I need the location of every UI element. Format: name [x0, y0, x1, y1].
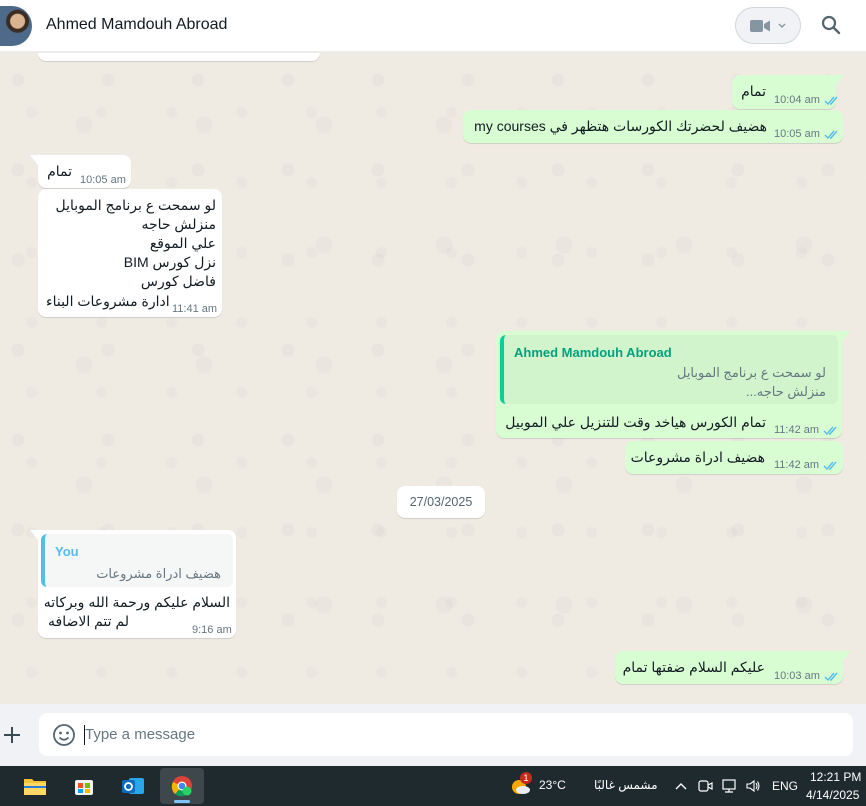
clock-date[interactable]: 4/14/2025 — [806, 788, 859, 802]
message-meta: 10:03 am — [774, 667, 840, 686]
message-line: علي الموقع — [149, 235, 216, 251]
clock-time[interactable]: 12:21 PM — [810, 770, 861, 784]
meet-icon — [698, 780, 713, 792]
network-icon — [722, 779, 736, 793]
previous-message-bubble — [38, 53, 320, 61]
video-camera-icon — [750, 19, 770, 32]
incoming-message[interactable]: لو سمحت ع برنامج الموبايل منزلش حاجه علي… — [38, 189, 222, 317]
outgoing-message[interactable]: عليكم السلام ضفتها تمام 10:03 am — [615, 651, 851, 686]
message-text: هضيف لحضرتك الكورسات هتظهر في my courses — [474, 118, 767, 134]
message-line: فاضل كورس — [140, 273, 216, 289]
weather-badge: 1 — [520, 772, 532, 784]
read-ticks-icon — [824, 96, 838, 106]
chevron-up-icon — [675, 783, 687, 790]
outgoing-message[interactable]: تمام 10:04 am — [732, 75, 844, 109]
weather-temperature: 23°C — [539, 778, 566, 792]
message-time: 10:05 am — [80, 174, 126, 186]
quoted-message[interactable]: You هضيف ادراة مشروعات — [41, 534, 233, 587]
chevron-down-icon — [778, 23, 786, 28]
outgoing-message[interactable]: هضيف ادراة مشروعات 11:42 am — [625, 441, 843, 474]
tray-network-button[interactable] — [720, 777, 738, 795]
emoji-button[interactable] — [52, 723, 76, 747]
message-meta: 10:05 am — [774, 125, 840, 144]
message-line: منزلش حاجه — [141, 216, 216, 232]
message-time: 11:42 am — [774, 424, 820, 436]
windows-taskbar: 1 23°C مشمس غالبًا ENG 12:21 PM 4/14/202… — [0, 766, 866, 806]
quote-author: You — [55, 544, 79, 559]
search-button[interactable] — [818, 12, 844, 38]
message-time: 9:16 am — [192, 624, 232, 636]
chat-area[interactable]: تمام 10:04 am هضيف لحضرتك الكورسات هتظهر… — [0, 53, 866, 704]
message-line: ادارة مشروعات البناء — [46, 293, 170, 309]
message-time: 10:04 am — [774, 94, 820, 106]
message-line: لو سمحت ع برنامج الموبايل — [55, 197, 216, 213]
message-meta: 11:41 am — [172, 300, 217, 319]
message-time: 10:03 am — [774, 670, 820, 682]
chrome-icon — [171, 776, 192, 797]
message-text: تمام — [741, 83, 766, 99]
input-language[interactable]: ENG — [772, 779, 798, 793]
store-icon — [75, 780, 93, 795]
message-input[interactable] — [85, 719, 825, 750]
read-ticks-icon — [824, 672, 838, 682]
quote-author: Ahmed Mamdouh Abroad — [514, 345, 672, 360]
avatar[interactable] — [0, 6, 32, 46]
message-meta: 9:16 am — [192, 621, 232, 640]
message-time: 10:05 am — [774, 128, 820, 140]
attach-button[interactable] — [0, 720, 24, 750]
message-meta: 10:05 am — [80, 171, 126, 190]
message-meta: 11:42 am — [774, 421, 839, 440]
message-line: لم تتم الاضافه — [48, 613, 130, 629]
video-call-button[interactable] — [735, 7, 801, 44]
date-divider: 27/03/2025 — [397, 486, 485, 518]
folder-icon — [24, 779, 46, 795]
chat-header: Ahmed Mamdouh Abroad — [0, 0, 866, 52]
quote-text: لو سمحت ع برنامج الموبايل — [676, 365, 826, 380]
read-ticks-icon — [823, 461, 837, 471]
incoming-message[interactable]: تمام 10:05 am — [30, 155, 131, 190]
quoted-message[interactable]: Ahmed Mamdouh Abroad لو سمحت ع برنامج ال… — [500, 335, 838, 404]
volume-icon — [746, 779, 760, 793]
outgoing-message[interactable]: هضيف لحضرتك الكورسات هتظهر في my courses… — [463, 110, 843, 143]
weather-widget[interactable]: 1 23°C مشمس غالبًا — [508, 772, 658, 798]
incoming-message[interactable]: You هضيف ادراة مشروعات السلام عليكم ورحم… — [30, 530, 236, 640]
taskbar-store[interactable] — [62, 768, 106, 804]
read-ticks-icon — [823, 426, 837, 436]
message-line: نزل كورس BIM — [123, 254, 216, 270]
message-text: تمام — [47, 163, 72, 179]
contact-name[interactable]: Ahmed Mamdouh Abroad — [46, 16, 227, 34]
plus-icon — [4, 727, 20, 743]
taskbar-chrome-whatsapp[interactable] — [160, 768, 204, 804]
message-time: 11:42 am — [774, 459, 820, 471]
tray-meet-button[interactable] — [696, 777, 714, 795]
message-text: تمام الكورس هياخد وقت للتنزيل علي الموبي… — [505, 414, 766, 430]
quote-text: منزلش حاجه... — [745, 384, 826, 399]
message-composer — [0, 704, 866, 766]
message-text: عليكم السلام ضفتها تمام — [622, 659, 765, 675]
weather-description: مشمس غالبًا — [594, 778, 658, 792]
message-line: السلام عليكم ورحمة الله وبركاته — [43, 594, 230, 610]
taskbar-outlook[interactable] — [111, 768, 155, 804]
quote-text: هضيف ادراة مشروعات — [96, 566, 221, 581]
message-time: 11:41 am — [172, 303, 218, 315]
tray-volume-button[interactable] — [744, 777, 762, 795]
read-ticks-icon — [824, 130, 838, 140]
message-input-wrapper[interactable] — [39, 713, 853, 756]
emoji-icon — [53, 724, 75, 746]
taskbar-file-explorer[interactable] — [13, 768, 57, 804]
tray-overflow-button[interactable] — [672, 777, 690, 795]
message-meta: 11:42 am — [774, 456, 839, 475]
search-icon — [821, 15, 841, 35]
message-text: هضيف ادراة مشروعات — [630, 449, 765, 465]
message-meta: 10:04 am — [774, 91, 840, 110]
outlook-icon — [122, 778, 144, 794]
outgoing-message[interactable]: Ahmed Mamdouh Abroad لو سمحت ع برنامج ال… — [496, 331, 850, 440]
